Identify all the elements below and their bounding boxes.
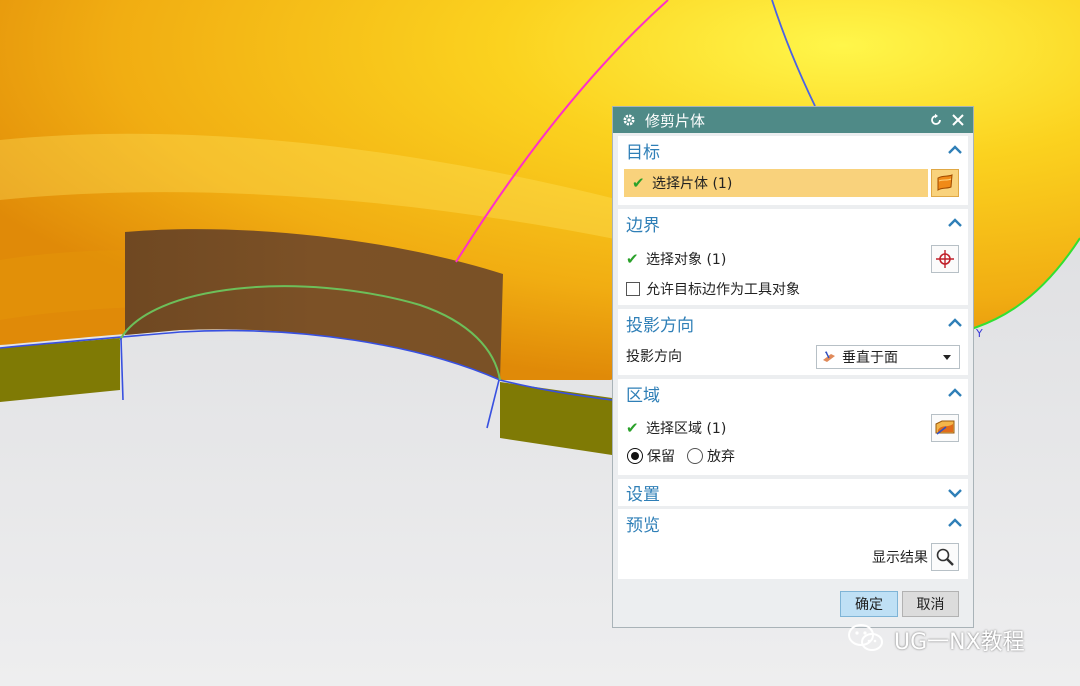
show-result-row: 显示结果 bbox=[618, 543, 928, 571]
boundary-section-title: 边界 bbox=[626, 215, 660, 236]
discard-label: 放弃 bbox=[707, 449, 735, 465]
keep-discard-row: 保留 放弃 bbox=[618, 442, 968, 470]
keep-radio[interactable] bbox=[627, 448, 643, 464]
settings-section-title: 设置 bbox=[626, 485, 660, 505]
projection-section-header[interactable]: 投影方向 bbox=[618, 309, 968, 337]
allow-tool-checkbox[interactable] bbox=[626, 282, 640, 296]
y-axis-label: Y bbox=[976, 327, 983, 340]
chevron-up-icon[interactable] bbox=[948, 386, 962, 400]
projection-selected: 垂直于面 bbox=[842, 350, 898, 366]
show-result-label: 显示结果 bbox=[872, 550, 928, 566]
select-region-row[interactable]: ✔ 选择区域 (1) bbox=[618, 414, 968, 442]
chevron-up-icon[interactable] bbox=[948, 516, 962, 530]
projection-row: 投影方向 垂直于面 bbox=[618, 342, 968, 370]
ok-button[interactable]: 确定 bbox=[840, 591, 898, 617]
region-icon[interactable] bbox=[931, 414, 959, 442]
projection-section: 投影方向 投影方向 垂直于面 bbox=[618, 309, 968, 375]
dropdown-arrow-icon bbox=[943, 355, 951, 360]
target-section: 目标 ✔ 选择片体 (1) bbox=[618, 136, 968, 205]
crosshair-icon[interactable] bbox=[931, 245, 959, 273]
sheet-body-icon[interactable] bbox=[931, 169, 959, 197]
checkmark-icon: ✔ bbox=[626, 250, 639, 268]
discard-radio[interactable] bbox=[687, 448, 703, 464]
watermark-text: UG一NX教程 bbox=[894, 630, 1025, 655]
cancel-button[interactable]: 取消 bbox=[902, 591, 959, 617]
preview-section-header[interactable]: 预览 bbox=[618, 509, 968, 537]
reset-icon[interactable] bbox=[927, 111, 945, 129]
dialog-titlebar[interactable]: 修剪片体 bbox=[613, 107, 973, 133]
dialog-title: 修剪片体 bbox=[645, 111, 706, 130]
preview-section-title: 预览 bbox=[626, 515, 660, 536]
settings-section: 设置 bbox=[618, 479, 968, 506]
select-object-row[interactable]: ✔ 选择对象 (1) bbox=[618, 245, 968, 273]
keep-label: 保留 bbox=[647, 449, 675, 465]
boundary-section-header[interactable]: 边界 bbox=[618, 209, 968, 237]
projection-section-title: 投影方向 bbox=[626, 315, 694, 336]
allow-tool-label: 允许目标边作为工具对象 bbox=[646, 282, 800, 298]
normal-to-face-icon bbox=[822, 351, 836, 363]
chevron-up-icon[interactable] bbox=[948, 316, 962, 330]
select-object-label: 选择对象 (1) bbox=[646, 252, 727, 268]
chevron-up-icon[interactable] bbox=[948, 216, 962, 230]
select-region-label: 选择区域 (1) bbox=[646, 421, 727, 437]
region-section-header[interactable]: 区域 bbox=[618, 379, 968, 407]
checkmark-icon: ✔ bbox=[626, 419, 639, 437]
settings-section-header[interactable]: 设置 bbox=[618, 479, 968, 506]
region-section: 区域 ✔ 选择区域 (1) 保留 放弃 bbox=[618, 379, 968, 475]
select-sheet-label: 选择片体 (1) bbox=[652, 176, 733, 192]
checkmark-icon: ✔ bbox=[632, 174, 645, 192]
magnifier-icon[interactable] bbox=[931, 543, 959, 571]
allow-tool-row[interactable]: 允许目标边作为工具对象 bbox=[618, 275, 968, 303]
select-sheet-row[interactable]: ✔ 选择片体 (1) bbox=[624, 169, 928, 197]
watermark: UG一NX教程 bbox=[846, 622, 1025, 658]
preview-section: 预览 显示结果 bbox=[618, 509, 968, 579]
chevron-down-icon[interactable] bbox=[948, 486, 962, 500]
target-section-header[interactable]: 目标 bbox=[618, 136, 968, 164]
boundary-section: 边界 ✔ 选择对象 (1) 允许目标边作为工具对象 bbox=[618, 209, 968, 305]
close-icon[interactable] bbox=[949, 111, 967, 129]
trim-sheet-dialog: 修剪片体 目标 ✔ 选择片体 (1) 边界 ✔ 选择对象 (1) 允许目标边作为… bbox=[612, 106, 974, 628]
projection-dropdown[interactable]: 垂直于面 bbox=[816, 345, 960, 369]
chevron-up-icon[interactable] bbox=[948, 143, 962, 157]
region-section-title: 区域 bbox=[626, 385, 660, 406]
gear-icon bbox=[621, 112, 637, 128]
target-section-title: 目标 bbox=[626, 142, 660, 163]
projection-label: 投影方向 bbox=[626, 349, 682, 365]
wechat-icon bbox=[846, 622, 886, 658]
